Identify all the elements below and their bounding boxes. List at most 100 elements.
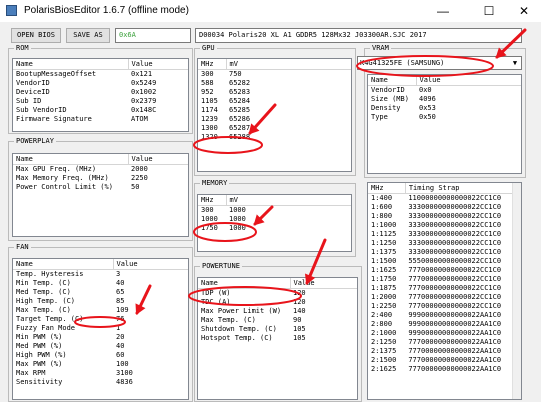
table-row[interactable]: Min Temp. (C) 40: [13, 279, 188, 288]
table-row[interactable]: Min PWM (%) 20: [13, 333, 188, 342]
table-row[interactable]: High Temp. (C) 85: [13, 297, 188, 306]
table-row[interactable]: Size (MB) 4096: [368, 95, 521, 104]
table-row[interactable]: 1750 1000: [198, 224, 351, 233]
minimize-button[interactable]: —: [426, 0, 460, 22]
column-header[interactable]: mV: [226, 195, 351, 206]
table-row[interactable]: 2:1375 77700000000000022AA1C0: [368, 347, 521, 356]
table-row[interactable]: Max GPU Freq. (MHz) 2000: [13, 165, 188, 175]
maximize-button[interactable]: ☐: [472, 0, 506, 22]
table-row[interactable]: 588 65282: [198, 79, 351, 88]
table-row[interactable]: 1:1500 55500000000000022CC1C0: [368, 257, 521, 266]
table-row[interactable]: Max PWM (%) 100: [13, 360, 188, 369]
table-row[interactable]: DeviceID 0x1002: [13, 88, 188, 97]
table-row[interactable]: 952 65283: [198, 88, 351, 97]
table-row[interactable]: Max Power Limit (W) 140: [198, 307, 357, 316]
table-cell: 300: [201, 206, 214, 214]
table-row[interactable]: Sub VendorID 0x148C: [13, 106, 188, 115]
table-row[interactable]: Density 0x53: [368, 104, 521, 113]
close-button[interactable]: ✕: [507, 0, 541, 22]
table-cell: Max PWM (%): [16, 360, 63, 368]
timing-strap-list[interactable]: MHz Timing Strap 1:400 11000000000000022CC1…: [367, 182, 522, 400]
gpu-list[interactable]: MHz mV 300 750 588 65282 952 65283 1105 65284 1174…: [197, 58, 352, 172]
table-row[interactable]: Power Control Limit (%) 50: [13, 183, 188, 192]
column-header[interactable]: Name: [13, 59, 129, 70]
table-row[interactable]: 2:1625 77700000000000022AA1C0: [368, 365, 521, 374]
table-row[interactable]: Temp. Hysteresis 3: [13, 270, 188, 280]
table-row[interactable]: TDC (A) 120: [198, 298, 357, 307]
table-row[interactable]: Sensitivity 4836: [13, 378, 188, 387]
table-row[interactable]: 300 1000: [198, 206, 351, 216]
memory-list[interactable]: MHz mV 300 1000 1000 1000 1750 1000: [197, 194, 352, 252]
vram-list[interactable]: Name Value VendorID 0x0 Size (MB) 4096 Density…: [367, 74, 522, 174]
table-row[interactable]: High PWM (%) 60: [13, 351, 188, 360]
save-as-button[interactable]: SAVE AS: [66, 28, 110, 43]
table-row[interactable]: Shutdown Temp. (C) 105: [198, 325, 357, 334]
chevron-down-icon[interactable]: ▼: [509, 57, 521, 69]
table-row[interactable]: Target Temp. (C) 76: [13, 315, 188, 324]
column-header[interactable]: MHz: [198, 195, 227, 206]
table-row[interactable]: 2:1500 77700000000000022AA1C0: [368, 356, 521, 365]
column-header[interactable]: Value: [290, 278, 357, 289]
vram-select[interactable]: K4G41325FE (SAMSUNG) ▼: [357, 56, 522, 70]
table-row[interactable]: BootupMessageOffset 0x121: [13, 70, 188, 80]
column-header[interactable]: Value: [113, 259, 188, 270]
column-header[interactable]: Value: [128, 59, 188, 70]
table-row[interactable]: Med PWM (%) 40: [13, 342, 188, 351]
table-row[interactable]: Med Temp. (C) 65: [13, 288, 188, 297]
column-header[interactable]: Name: [368, 75, 417, 86]
checksum-field[interactable]: 0x6A: [115, 28, 191, 43]
fan-list[interactable]: Name Value Temp. Hysteresis 3 Min Temp. (C) 4…: [12, 258, 189, 400]
table-cell: 65288: [229, 133, 251, 141]
table-row[interactable]: 1:1875 77700000000000022CC1C0: [368, 284, 521, 293]
powertune-list[interactable]: Name Value TDP (W) 120 TDC (A) 120 Max Power L…: [197, 277, 358, 400]
column-header[interactable]: mV: [226, 59, 351, 70]
table-row[interactable]: Max Temp. (C) 109: [13, 306, 188, 315]
table-row[interactable]: Max Memory Freq. (MHz) 2250: [13, 174, 188, 183]
table-row[interactable]: Type 0x50: [368, 113, 521, 122]
table-row[interactable]: 2:800 99900000000000022AA1C0: [368, 320, 521, 329]
column-header[interactable]: Timing Strap: [405, 183, 521, 194]
table-row[interactable]: 1320 65288: [198, 133, 351, 142]
column-header[interactable]: MHz: [198, 59, 227, 70]
column-header[interactable]: Value: [128, 154, 188, 165]
table-row[interactable]: 1239 65286: [198, 115, 351, 124]
table-row[interactable]: Fuzzy Fan Mode 1: [13, 324, 188, 333]
column-header[interactable]: Name: [13, 259, 114, 270]
table-row[interactable]: 1:1625 77700000000000022CC1C0: [368, 266, 521, 275]
table-row[interactable]: 1:2250 77700000000000022CC1C0: [368, 302, 521, 311]
table-row[interactable]: 1:1250 33300000000000022CC1C0: [368, 239, 521, 248]
table-row[interactable]: 1:1000 33300000000000022CC1C0: [368, 221, 521, 230]
table-row[interactable]: 1174 65285: [198, 106, 351, 115]
column-header[interactable]: Name: [13, 154, 129, 165]
table-row[interactable]: Hotspot Temp. (C) 105: [198, 334, 357, 343]
table-row[interactable]: 1:1750 77700000000000022CC1C0: [368, 275, 521, 284]
column-header[interactable]: Value: [416, 75, 521, 86]
table-row[interactable]: TDP (W) 120: [198, 289, 357, 299]
table-row[interactable]: 1105 65284: [198, 97, 351, 106]
table-row[interactable]: 1:600 33300000000000022CC1C0: [368, 203, 521, 212]
table-row[interactable]: 1000 1000: [198, 215, 351, 224]
table-row[interactable]: VendorID 0x5249: [13, 79, 188, 88]
table-row[interactable]: 2:1250 77700000000000022AA1C0: [368, 338, 521, 347]
table-row[interactable]: Max Temp. (C) 90: [198, 316, 357, 325]
timing-scrollbar[interactable]: [512, 183, 521, 399]
table-row[interactable]: Max RPM 3100: [13, 369, 188, 378]
table-row[interactable]: Firmware Signature ATOM: [13, 115, 188, 124]
table-row[interactable]: 2:400 99900000000000022AA1C0: [368, 311, 521, 320]
table-row[interactable]: 1:2000 77700000000000022CC1C0: [368, 293, 521, 302]
table-row[interactable]: VendorID 0x0: [368, 86, 521, 96]
table-row[interactable]: 1:1125 33300000000000022CC1C0: [368, 230, 521, 239]
table-row[interactable]: 300 750: [198, 70, 351, 80]
column-header[interactable]: MHz: [368, 183, 406, 194]
bios-string-field[interactable]: D00034 Polaris20 XL A1 GDDR5 128Mx32 J03…: [195, 28, 522, 43]
table-row[interactable]: 2:1000 99900000000000022AA1C0: [368, 329, 521, 338]
table-row[interactable]: Sub ID 0x2379: [13, 97, 188, 106]
table-row[interactable]: 1300 65287: [198, 124, 351, 133]
table-row[interactable]: 1:800 33300000000000022CC1C0: [368, 212, 521, 221]
table-row[interactable]: 1:1375 33300000000000022CC1C0: [368, 248, 521, 257]
rom-list[interactable]: Name Value BootupMessageOffset 0x121 VendorI…: [12, 58, 189, 132]
table-row[interactable]: 1:400 11000000000000022CC1C0: [368, 194, 521, 204]
column-header[interactable]: Name: [198, 278, 291, 289]
powerplay-list[interactable]: Name Value Max GPU Freq. (MHz) 2000 Max Memo…: [12, 153, 189, 237]
open-bios-button[interactable]: OPEN BIOS: [11, 28, 61, 43]
